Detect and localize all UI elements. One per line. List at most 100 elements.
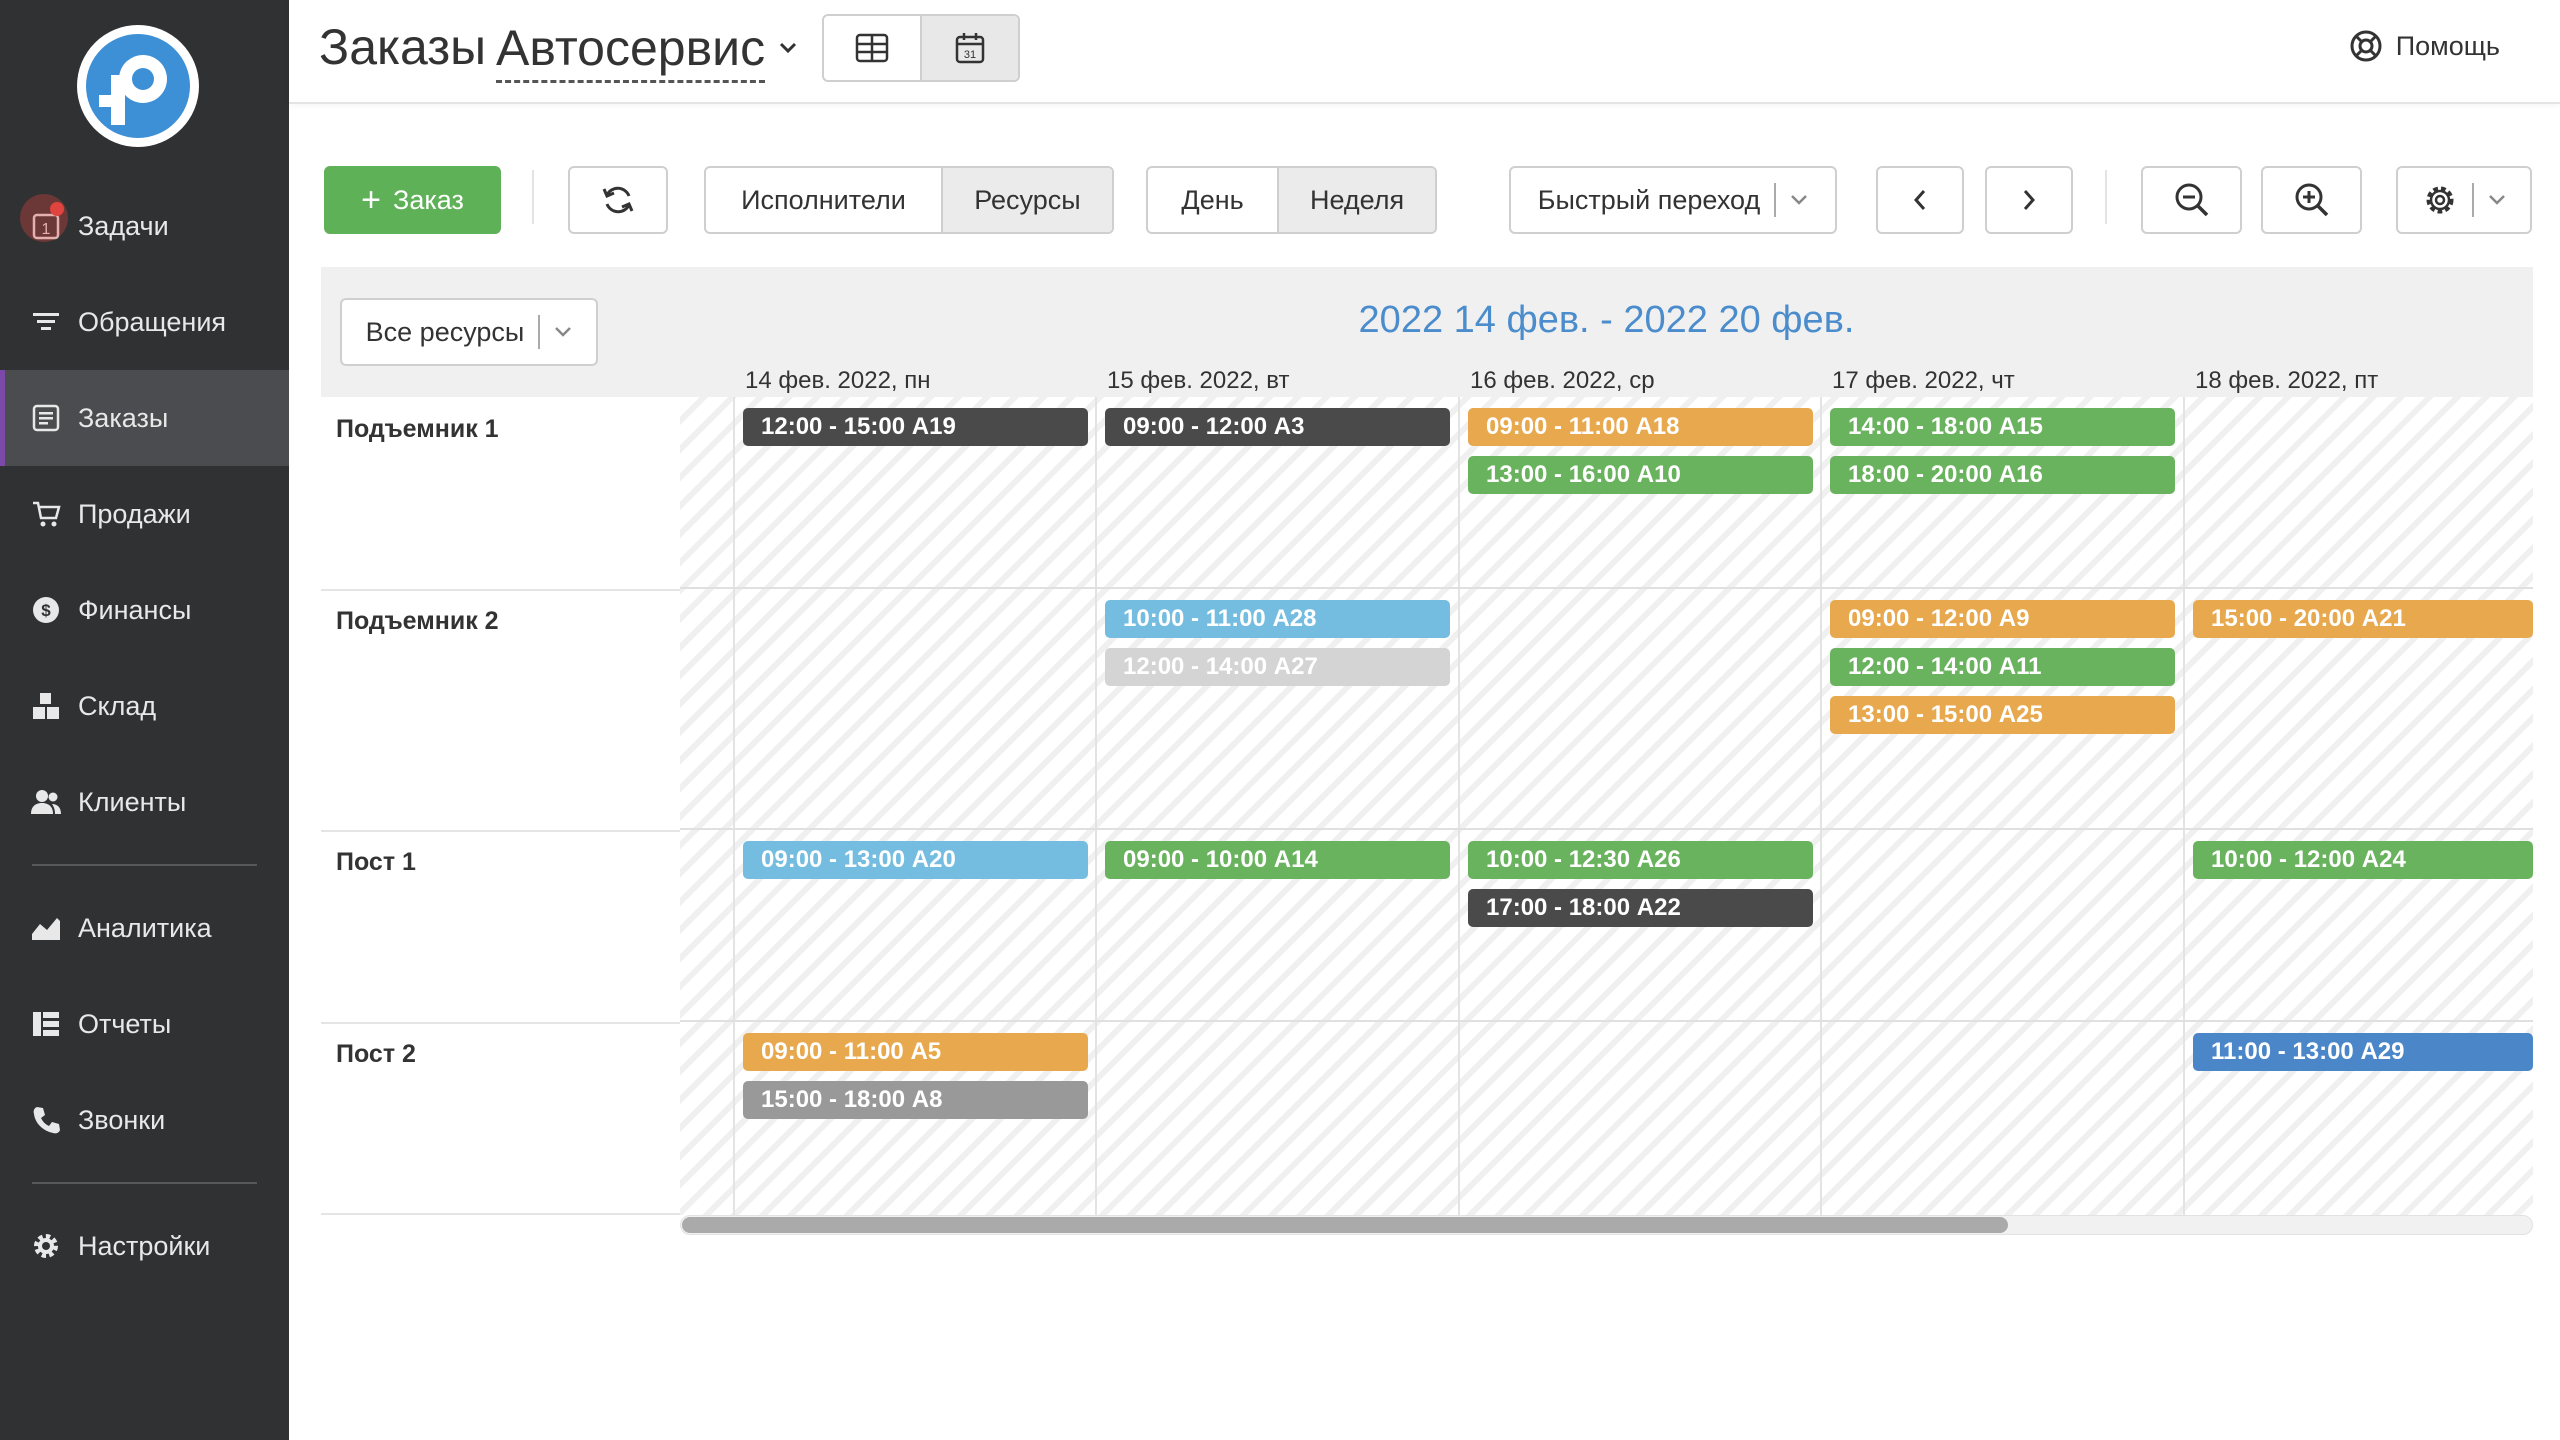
calendar-event[interactable]: 09:00 - 11:00 А5 [743, 1033, 1088, 1071]
calendar-event[interactable]: 09:00 - 13:00 А20 [743, 841, 1088, 879]
refresh-button[interactable] [568, 166, 668, 234]
sidebar-item-clients[interactable]: Клиенты [0, 754, 289, 850]
resource-filter-dropdown[interactable]: Все ресурсы [340, 298, 598, 366]
dollar-icon: $ [28, 592, 64, 628]
sidebar-item-analytics[interactable]: Аналитика [0, 880, 289, 976]
calendar-event[interactable]: 10:00 - 12:00 А24 [2193, 841, 2533, 879]
sidebar-item-settings[interactable]: Настройки [0, 1198, 289, 1294]
sidebar-item-warehouse[interactable]: Склад [0, 658, 289, 754]
sidebar-item-label: Обращения [78, 306, 227, 337]
calendar-event[interactable]: 14:00 - 18:00 А15 [1830, 408, 2175, 446]
day-header-fri: 18 фев. 2022, пт [2195, 367, 2379, 394]
day-header-tue: 15 фев. 2022, вт [1107, 367, 1290, 394]
sidebar-item-orders[interactable]: Заказы [0, 370, 289, 466]
day-header-thu: 17 фев. 2022, чт [1832, 367, 2015, 394]
sidebar-item-reports[interactable]: Отчеты [0, 976, 289, 1072]
calendar-event[interactable]: 13:00 - 16:00 А10 [1468, 456, 1813, 494]
top-header: Заказы Автосервис 31 Помощь [289, 0, 2560, 104]
settings-dropdown[interactable] [2396, 166, 2532, 234]
svg-text:31: 31 [964, 49, 976, 61]
sidebar-nav: 1 Задачи Обращения Заказы Продажи $ Фина… [0, 178, 289, 1294]
quick-jump-dropdown[interactable]: Быстрый переход [1509, 166, 1837, 234]
grid-row-line [680, 587, 2533, 589]
week-button[interactable]: Неделя [1277, 168, 1435, 232]
dropdown-divider [2472, 183, 2474, 217]
reports-icon [28, 1006, 64, 1042]
chevron-down-icon[interactable] [774, 28, 802, 68]
sidebar-item-finance[interactable]: $ Финансы [0, 562, 289, 658]
view-toggle: 31 [822, 14, 1020, 82]
grid-row-line [680, 828, 2533, 830]
sidebar-item-requests[interactable]: Обращения [0, 274, 289, 370]
sidebar-item-label: Задачи [78, 210, 169, 241]
calendar-event[interactable]: 17:00 - 18:00 А22 [1468, 889, 1813, 927]
notification-dot [50, 202, 64, 216]
calendar-grid[interactable]: 12:00 - 15:00 А19 09:00 - 12:00 А3 09:00 -… [680, 397, 2533, 1215]
sidebar-item-tasks[interactable]: 1 Задачи [0, 178, 289, 274]
scrollbar-thumb[interactable] [682, 1217, 2008, 1233]
day-button[interactable]: День [1148, 168, 1277, 232]
sidebar: 1 Задачи Обращения Заказы Продажи $ Фина… [0, 0, 289, 1440]
table-icon [855, 33, 889, 63]
prev-week-button[interactable] [1876, 166, 1964, 234]
calendar-event[interactable]: 12:00 - 14:00 А27 [1105, 648, 1450, 686]
help-link[interactable]: Помощь [2348, 28, 2500, 64]
calendar-event[interactable]: 12:00 - 14:00 А11 [1830, 648, 2175, 686]
calendar-event[interactable]: 15:00 - 20:00 А21 [2193, 600, 2533, 638]
sidebar-item-label: Склад [78, 690, 157, 721]
calendar-event[interactable]: 09:00 - 10:00 А14 [1105, 841, 1450, 879]
chevron-right-icon [2023, 190, 2036, 210]
zoom-out-button[interactable] [2141, 166, 2242, 234]
refresh-icon [602, 186, 634, 214]
calendar-event[interactable]: 11:00 - 13:00 А29 [2193, 1033, 2533, 1071]
resource-row-label: Подъемник 1 [336, 415, 499, 443]
table-view-button[interactable] [824, 16, 920, 80]
next-week-button[interactable] [1985, 166, 2073, 234]
sidebar-item-calls[interactable]: Звонки [0, 1072, 289, 1168]
calendar-event[interactable]: 09:00 - 12:00 А9 [1830, 600, 2175, 638]
resources-button[interactable]: Ресурсы [940, 168, 1112, 232]
sidebar-item-sales[interactable]: Продажи [0, 466, 289, 562]
performers-button[interactable]: Исполнители [706, 168, 941, 232]
calendar-event[interactable]: 09:00 - 11:00 А18 [1468, 408, 1813, 446]
zoom-out-icon [2175, 183, 2208, 217]
workspace-selector[interactable]: Автосервис [496, 18, 766, 83]
calendar-view-button[interactable]: 31 [920, 16, 1018, 80]
add-order-button[interactable]: + Заказ [324, 166, 501, 234]
toolbar-divider [532, 170, 534, 224]
sidebar-item-label: Настройки [78, 1230, 211, 1261]
chevron-down-icon [2489, 195, 2505, 205]
sidebar-item-label: Аналитика [78, 912, 212, 943]
chevron-left-icon [1913, 190, 1926, 210]
resource-filter-label: Все ресурсы [365, 316, 525, 347]
zoom-in-button[interactable] [2261, 166, 2362, 234]
svg-text:$: $ [41, 601, 51, 620]
resource-row-label: Пост 2 [336, 1040, 416, 1068]
page-title: Заказы [319, 19, 487, 75]
calendar-event[interactable]: 18:00 - 20:00 А16 [1830, 456, 2175, 494]
plus-icon: + [361, 181, 382, 219]
gear-icon [28, 1228, 64, 1264]
help-label: Помощь [2395, 30, 2500, 61]
calendar-event[interactable]: 10:00 - 11:00 А28 [1105, 600, 1450, 638]
sidebar-divider [32, 864, 257, 866]
day-column-line [2183, 397, 2185, 1215]
app-logo[interactable] [77, 25, 199, 147]
calendar-event[interactable]: 10:00 - 12:30 А26 [1468, 841, 1813, 879]
calendar-event[interactable]: 15:00 - 18:00 А8 [743, 1081, 1088, 1119]
calendar-icon: 31 [955, 33, 985, 64]
calendar-event[interactable]: 12:00 - 15:00 А19 [743, 408, 1088, 446]
sidebar-item-label: Продажи [78, 498, 191, 529]
resource-row-label: Подъемник 2 [336, 607, 499, 635]
calendar-event[interactable]: 09:00 - 12:00 А3 [1105, 408, 1450, 446]
grid-row-line [680, 1020, 2533, 1022]
chevron-down-icon [1791, 195, 1808, 205]
calendar-event[interactable]: 13:00 - 15:00 А25 [1830, 696, 2175, 734]
users-icon [28, 784, 64, 820]
warehouse-icon [28, 688, 64, 724]
chart-icon [28, 910, 64, 946]
date-range-title: 2022 14 фев. - 2022 20 фев. [1358, 299, 1855, 341]
calendar-header: 2022 14 фев. - 2022 20 фев. 14 фев. 2022… [680, 267, 2533, 397]
sidebar-item-label: Клиенты [78, 786, 187, 817]
filter-icon [28, 304, 64, 340]
